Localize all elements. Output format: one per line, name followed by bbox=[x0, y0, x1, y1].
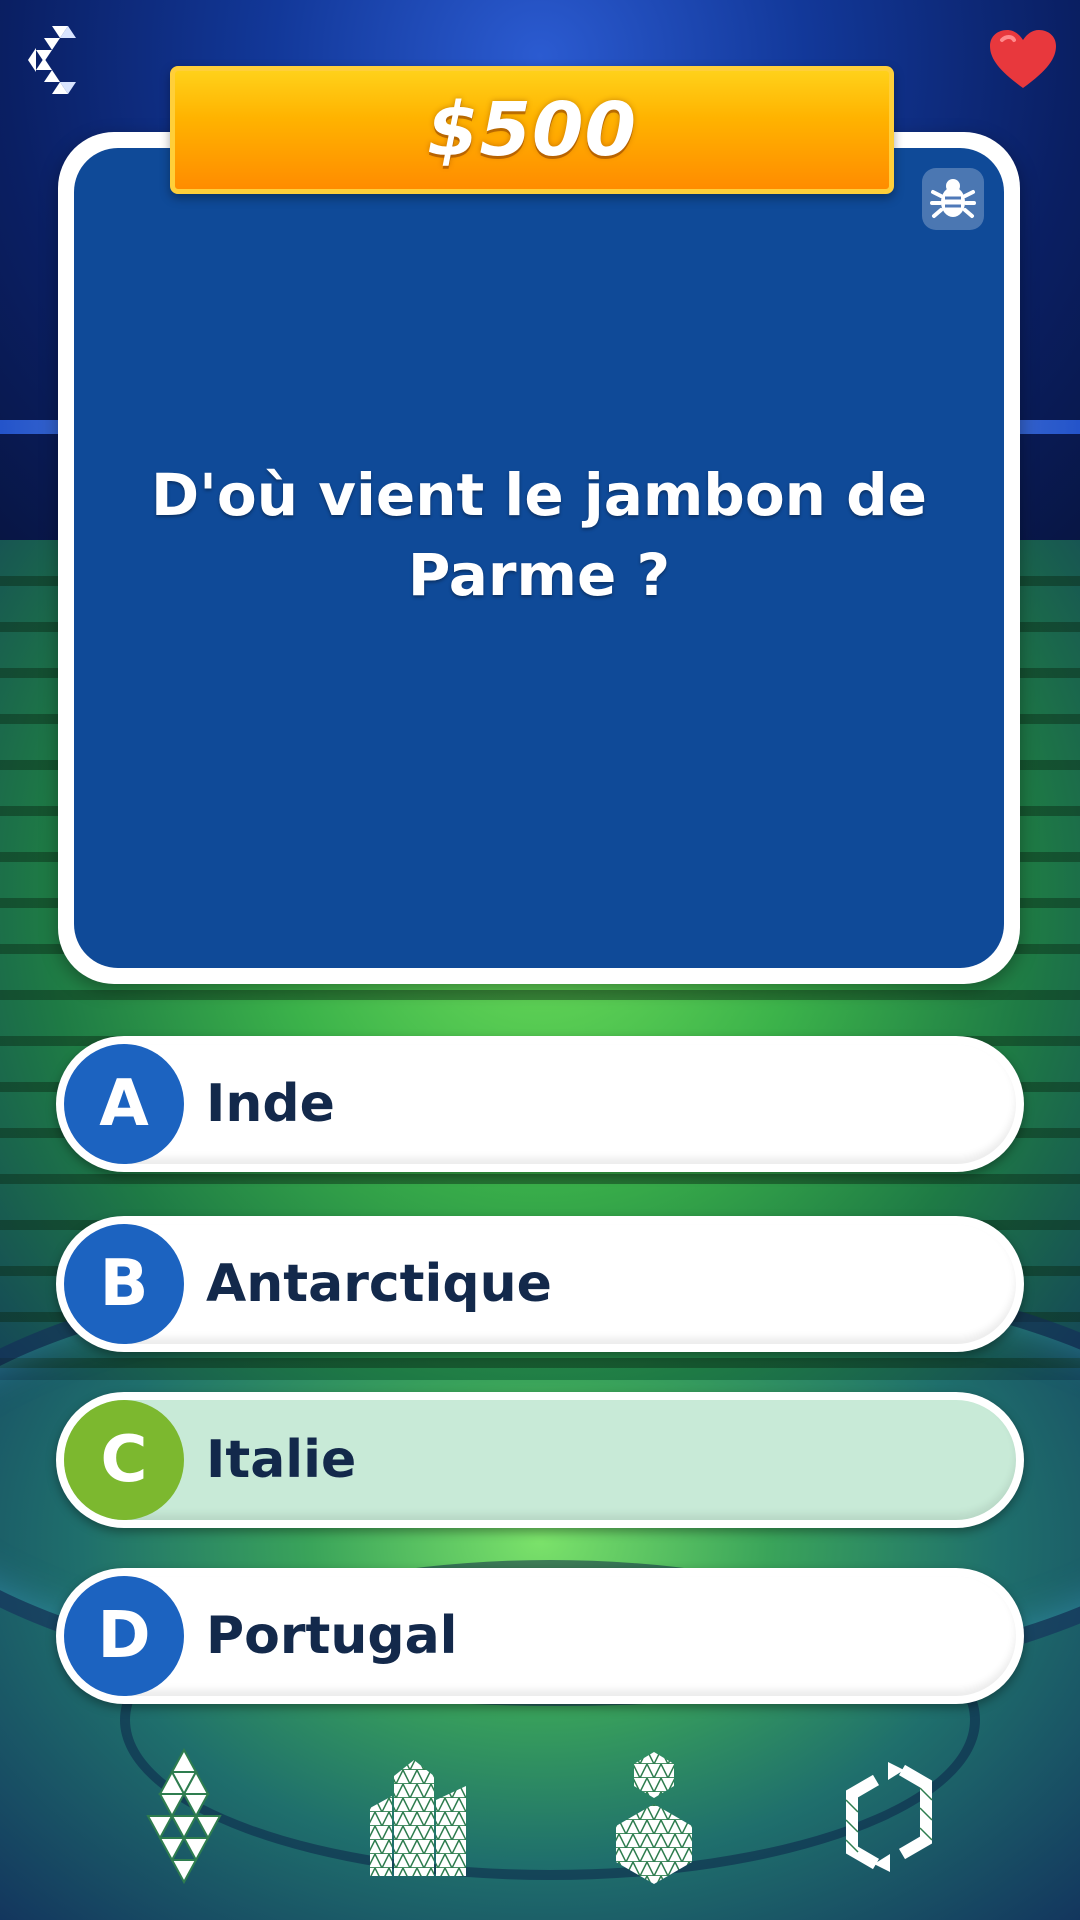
phone-friend-lifeline-button[interactable] bbox=[612, 1750, 696, 1890]
lives-heart-button[interactable] bbox=[988, 28, 1058, 92]
audience-poll-lifeline-icon bbox=[370, 1760, 466, 1876]
answer-letter-d: D bbox=[64, 1576, 184, 1696]
answer-letter-c: C bbox=[64, 1400, 184, 1520]
answer-option-d[interactable]: D Portugal bbox=[56, 1568, 1024, 1704]
fifty-fifty-lifeline-button[interactable] bbox=[146, 1747, 222, 1892]
phone-friend-lifeline-icon bbox=[616, 1752, 692, 1884]
answer-option-a[interactable]: A Inde bbox=[56, 1036, 1024, 1172]
bug-report-icon bbox=[930, 179, 976, 218]
audience-poll-lifeline-button[interactable] bbox=[368, 1756, 468, 1882]
answer-option-c[interactable]: C Italie bbox=[56, 1392, 1024, 1528]
fifty-fifty-lifeline-icon bbox=[146, 1747, 222, 1885]
question-text: D'où vient le jambon de Parme ? bbox=[150, 461, 928, 609]
answer-text-b: Antarctique bbox=[206, 1254, 552, 1314]
back-chevron-icon bbox=[28, 26, 76, 94]
answer-text-c: Italie bbox=[206, 1430, 357, 1490]
answer-text-a: Inde bbox=[206, 1074, 335, 1134]
switch-question-lifeline-button[interactable] bbox=[842, 1760, 936, 1878]
answer-text-d: Portugal bbox=[206, 1606, 458, 1666]
heart-icon bbox=[990, 30, 1056, 88]
answer-letter-a: A bbox=[64, 1044, 184, 1164]
back-button[interactable] bbox=[24, 22, 80, 98]
question-card: D'où vient le jambon de Parme ? bbox=[58, 132, 1020, 984]
answer-letter-b: B bbox=[64, 1224, 184, 1344]
report-bug-button[interactable] bbox=[922, 168, 984, 230]
prize-amount: $500 bbox=[427, 87, 637, 173]
answer-option-b[interactable]: B Antarctique bbox=[56, 1216, 1024, 1352]
prize-banner: $500 bbox=[170, 66, 894, 194]
switch-question-lifeline-icon bbox=[845, 1762, 933, 1872]
